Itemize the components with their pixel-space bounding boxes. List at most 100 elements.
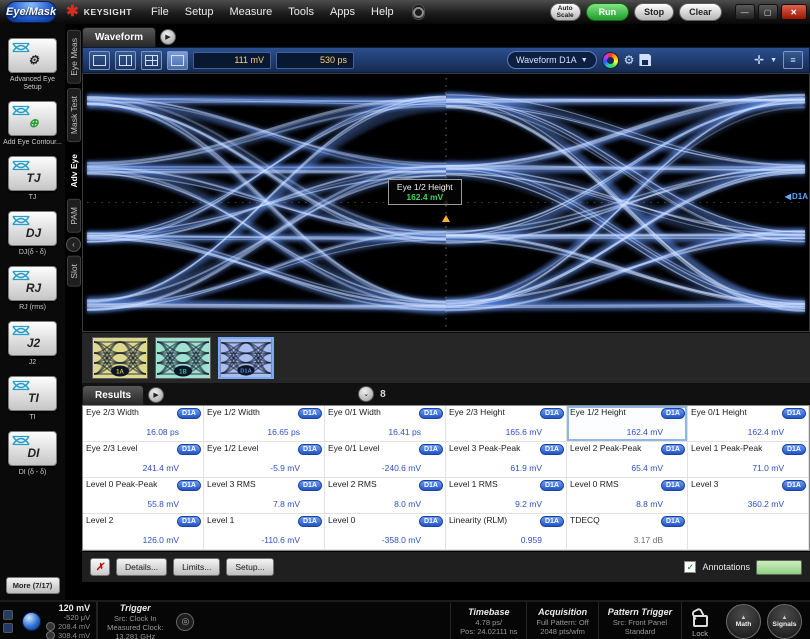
pan-zoom-icon[interactable]: ✛ (754, 54, 764, 66)
result-cell-level-2-rms[interactable]: Level 2 RMSD1A8.0 mV (325, 478, 446, 514)
display-menu-button[interactable]: ≡ (783, 51, 803, 69)
result-cell-eye-2-3-height[interactable]: Eye 2/3 HeightD1A165.6 mV (446, 406, 567, 442)
result-cell-eye-1-2-height[interactable]: Eye 1/2 HeightD1A162.4 mV (567, 406, 688, 442)
maximize-button[interactable]: ▢ (758, 4, 778, 20)
menu-measure[interactable]: Measure (221, 4, 280, 20)
dj-button[interactable]: DJ (8, 211, 57, 246)
timebase-block[interactable]: Timebase 4.78 ps/Pos: 24.02111 ns (450, 602, 526, 639)
results-tab-menu-button[interactable]: ▶ (148, 387, 164, 403)
menu-tools[interactable]: Tools (280, 4, 322, 20)
ti-button[interactable]: TI (8, 376, 57, 411)
measurement-annotation[interactable]: Eye 1/2 Height 162.4 mV (388, 179, 462, 205)
minimize-button[interactable]: — (735, 4, 755, 20)
results-grid: Eye 2/3 WidthD1A16.08 psEye 1/2 WidthD1A… (82, 405, 810, 551)
result-cell-level-1-rms[interactable]: Level 1 RMSD1A9.2 mV (446, 478, 567, 514)
signals-button[interactable]: ▲Signals (767, 604, 802, 639)
tab-waveform[interactable]: Waveform (82, 27, 156, 47)
result-cell-level-2-peak-peak[interactable]: Level 2 Peak-PeakD1A65.4 mV (567, 442, 688, 478)
collapse-panel-chevron-icon[interactable]: ‹ (66, 237, 81, 252)
save-waveform-icon[interactable] (639, 54, 651, 66)
add-eye-contour-button[interactable]: ⊕ (8, 101, 57, 136)
waveform-marker-d1a: ◀D1A (785, 192, 808, 201)
result-cell-eye-0-1-width[interactable]: Eye 0/1 WidthD1A16.41 ps (325, 406, 446, 442)
menu-file[interactable]: File (143, 4, 177, 20)
vtab-mask-test[interactable]: Mask Test (67, 88, 81, 142)
pattern-trigger-block[interactable]: Pattern Trigger Src: Front PanelStandard (598, 602, 681, 639)
menu-apps[interactable]: Apps (322, 4, 363, 20)
layout-single-button[interactable] (89, 51, 110, 70)
delete-measurement-button[interactable]: ✗ (90, 558, 110, 576)
result-cell-eye-0-1-height[interactable]: Eye 0/1 HeightD1A162.4 mV (688, 406, 809, 442)
close-button[interactable]: ✕ (781, 4, 807, 20)
thumbnail-1a[interactable]: 1A (92, 337, 148, 379)
advanced-eye-setup-button[interactable]: ⚙ (8, 38, 57, 73)
touch-indicator[interactable] (412, 4, 425, 20)
annotations-checkbox[interactable]: ✓ (684, 561, 696, 573)
channel-color-chip-2[interactable] (3, 623, 13, 633)
result-cell-level-3-rms[interactable]: Level 3 RMSD1A7.8 mV (204, 478, 325, 514)
clear-button[interactable]: Clear (679, 3, 722, 21)
channel-row: 208.4 mV (46, 622, 90, 631)
result-cell-eye-1-2-level[interactable]: Eye 1/2 LevelD1A-5.9 mV (204, 442, 325, 478)
run-button[interactable]: Run (586, 3, 630, 21)
waveform-toolbar: 111 mV 530 ps Waveform D1A ▼ ⚙ ✛ ▼ ≡ (82, 47, 810, 73)
acquisition-block[interactable]: Acquisition Full Pattern: Off2048 pts/wf… (526, 602, 597, 639)
j2-button[interactable]: J2 (8, 321, 57, 356)
result-cell-level-2[interactable]: Level 2D1A126.0 mV (83, 514, 204, 550)
color-grade-icon[interactable] (602, 52, 619, 69)
eye-diagram-plot[interactable]: Eye 1/2 Height 162.4 mV ◀D1A (82, 73, 810, 332)
limits-button[interactable]: Limits... (173, 558, 220, 576)
thumbnail-d1a[interactable]: D1A (218, 337, 274, 379)
di-button[interactable]: DI (8, 431, 57, 466)
channel-color-chip[interactable] (3, 610, 13, 620)
result-cell-empty-23[interactable] (688, 514, 809, 550)
result-cell-eye-1-2-width[interactable]: Eye 1/2 WidthD1A16.65 ps (204, 406, 325, 442)
tab-results[interactable]: Results (82, 385, 144, 405)
setup-button[interactable]: Setup... (226, 558, 273, 576)
result-cell-level-1-peak-peak[interactable]: Level 1 Peak-PeakD1A71.0 mV (688, 442, 809, 478)
result-cell-level-0-peak-peak[interactable]: Level 0 Peak-PeakD1A55.8 mV (83, 478, 204, 514)
layout-split-2-button[interactable] (115, 51, 136, 70)
stop-button[interactable]: Stop (634, 3, 674, 21)
autoscale-button[interactable]: Auto Scale (550, 3, 581, 21)
display-settings-gear-icon[interactable]: ⚙ (624, 54, 635, 66)
result-cell-level-3[interactable]: Level 3D1A360.2 mV (688, 478, 809, 514)
vtab-eye-meas[interactable]: Eye Meas (67, 30, 81, 84)
thumbnail-1b[interactable]: 1B (155, 337, 211, 379)
layout-current-button[interactable] (167, 51, 188, 70)
vtab-adv-eye[interactable]: Adv Eye (67, 146, 81, 196)
result-cell-level-3-peak-peak[interactable]: Level 3 Peak-PeakD1A61.9 mV (446, 442, 567, 478)
trigger-block[interactable]: Trigger Src: Clock InMeasured Clock:13.2… (97, 602, 172, 639)
details-button[interactable]: Details... (116, 558, 167, 576)
waveform-source-dropdown[interactable]: Waveform D1A ▼ (507, 51, 597, 69)
pattern-lock-button[interactable]: Lock (681, 602, 718, 639)
result-cell-tdecq[interactable]: TDECQD1A3.17 dB (567, 514, 688, 550)
menu-setup[interactable]: Setup (177, 4, 222, 20)
result-cell-level-0[interactable]: Level 0D1A-358.0 mV (325, 514, 446, 550)
app-mode-button[interactable]: Eye/Mask (5, 1, 57, 23)
math-button[interactable]: ▲Math (726, 604, 761, 639)
vertical-scale-field[interactable]: 111 mV (193, 52, 271, 69)
rj-label: RJ (rms) (19, 304, 46, 312)
result-cell-eye-0-1-level[interactable]: Eye 0/1 LevelD1A-240.6 mV (325, 442, 446, 478)
vtab-pam[interactable]: PAM (67, 199, 81, 233)
horizontal-scale-field[interactable]: 530 ps (276, 52, 354, 69)
more-measurements-button[interactable]: More (7/17) (6, 577, 60, 594)
result-cell-level-0-rms[interactable]: Level 0 RMSD1A8.8 mV (567, 478, 688, 514)
pan-zoom-dropdown-icon[interactable]: ▼ (770, 57, 777, 64)
result-cell-eye-2-3-width[interactable]: Eye 2/3 WidthD1A16.08 ps (83, 406, 204, 442)
measurement-sidebar: ⚙Advanced Eye Setup⊕Add Eye Contour...TJ… (0, 24, 65, 600)
vtab-slot[interactable]: Slot (67, 256, 81, 287)
waveform-tab-menu-button[interactable]: ▶ (160, 29, 176, 45)
channel-scale-block[interactable]: 120 mV -520 μV 208.4 mV308.4 mV (16, 602, 97, 639)
result-cell-linearity-rlm-[interactable]: Linearity (RLM)D1A0.959 (446, 514, 567, 550)
result-cell-eye-2-3-level[interactable]: Eye 2/3 LevelD1A241.4 mV (83, 442, 204, 478)
results-collapse-button[interactable]: ⌄ (358, 386, 374, 402)
layout-split-4-button[interactable] (141, 51, 162, 70)
rj-button[interactable]: RJ (8, 266, 57, 301)
trigger-setup-button[interactable]: ◎ (176, 613, 194, 631)
tj-button[interactable]: TJ (8, 156, 57, 191)
menu-help[interactable]: Help (363, 4, 402, 20)
result-cell-level-1[interactable]: Level 1D1A-110.6 mV (204, 514, 325, 550)
rj-glyph: RJ (26, 281, 41, 295)
